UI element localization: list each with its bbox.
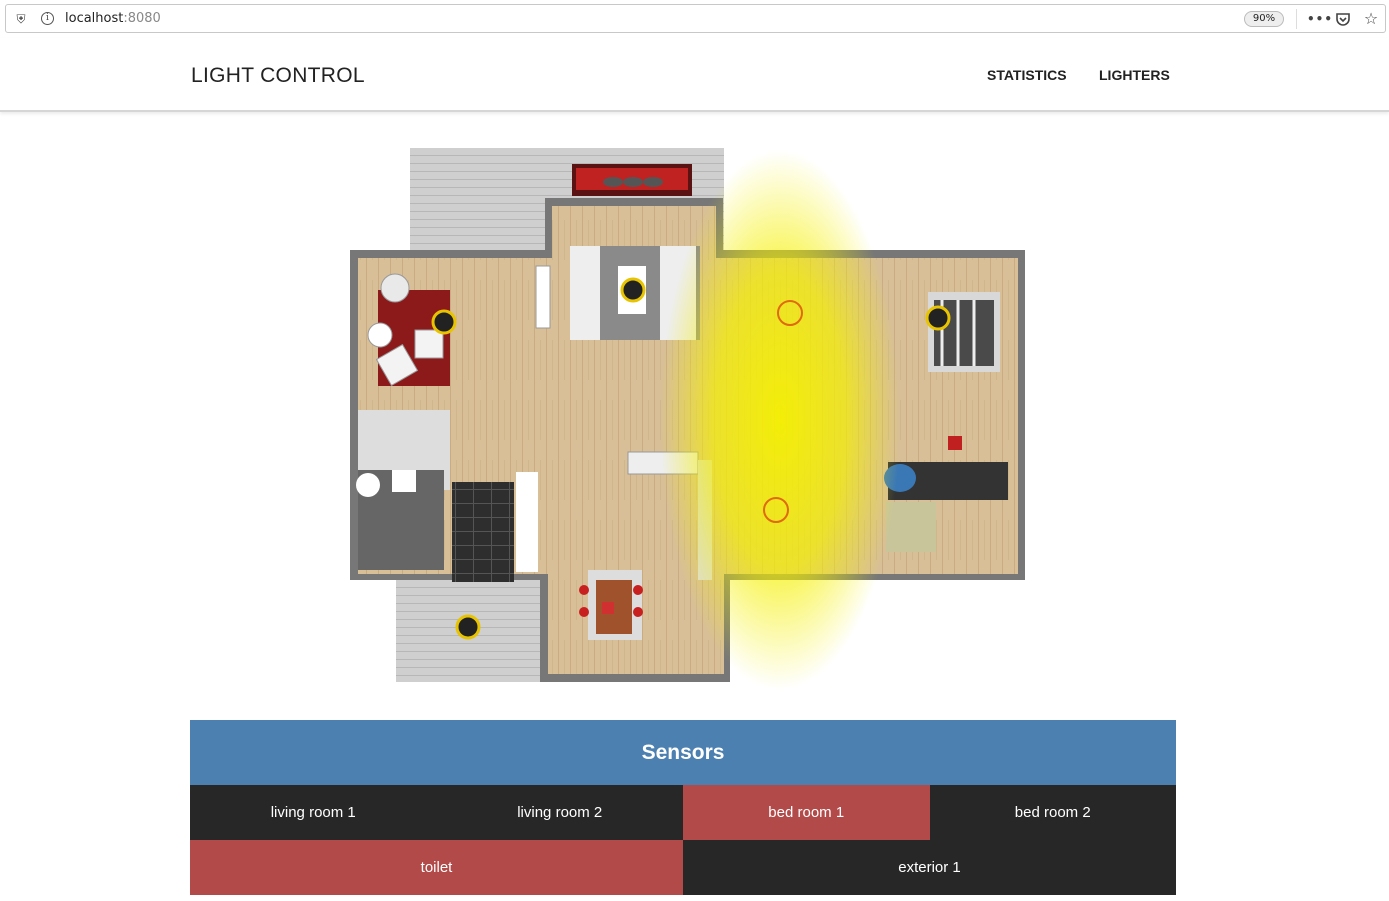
sensor-living-room-2[interactable]: living room 2 [436,785,683,840]
top-navbar: LIGHT CONTROL STATISTICS LIGHTERS [0,38,1389,112]
sensor-bed-room-1[interactable]: bed room 1 [683,785,930,840]
sensor-row-2: toilet exterior 1 [190,840,1176,895]
sensor-marker-exterior-1[interactable] [455,614,481,640]
more-icon[interactable]: ••• [1307,11,1332,27]
toolbar-separator [1296,9,1297,29]
sensor-bed-room-2[interactable]: bed room 2 [929,785,1176,840]
sensor-exterior-1[interactable]: exterior 1 [683,840,1176,895]
sensor-living-room-1[interactable]: living room 1 [190,785,437,840]
zoom-level[interactable]: 90% [1244,11,1284,27]
sensors-title: Sensors [190,720,1176,785]
shield-icon[interactable]: ⛨ [13,11,29,27]
floor-plan [330,140,1050,700]
info-icon[interactable]: i [41,12,54,25]
url-field[interactable]: localhost:8080 [65,11,161,26]
sensors-panel: Sensors living room 1 living room 2 bed … [190,720,1176,895]
sensor-marker-living-room-1[interactable] [431,309,457,335]
url-port: :8080 [123,11,161,26]
pocket-icon[interactable] [1335,11,1351,27]
sensor-row-1: living room 1 living room 2 bed room 1 b… [190,785,1176,840]
sensor-toilet[interactable]: toilet [190,840,683,895]
light-glow [660,150,900,690]
floor-plan-drawing [350,148,1025,690]
sensor-marker-living-room-2[interactable] [620,277,646,303]
sensor-marker-bed-room-1[interactable] [925,305,951,331]
browser-address-bar[interactable]: ⛨ i localhost:8080 90% ••• ☆ [5,4,1386,33]
brand-title[interactable]: LIGHT CONTROL [191,64,365,88]
nav-statistics[interactable]: STATISTICS [987,67,1067,83]
url-host: localhost [65,11,124,26]
nav-lighters[interactable]: LIGHTERS [1099,67,1170,83]
star-icon[interactable]: ☆ [1363,11,1379,27]
